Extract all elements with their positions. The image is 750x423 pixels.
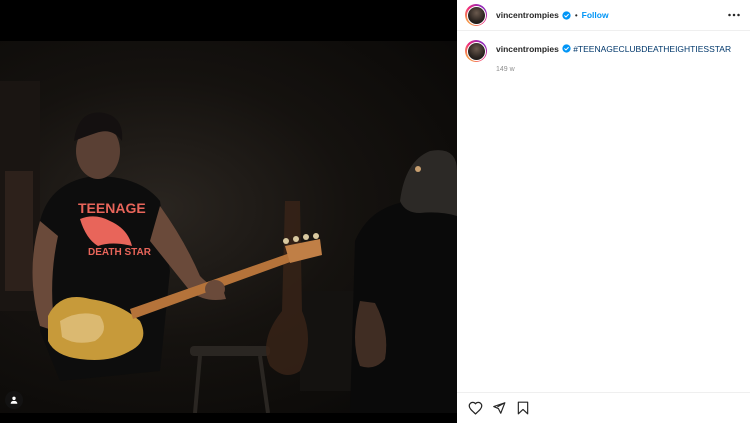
foreground-person-head	[400, 150, 457, 216]
more-options-icon	[728, 13, 740, 17]
like-button[interactable]	[467, 400, 483, 416]
post-media: TEENAGE DEATH STAR	[0, 0, 457, 423]
avatar-image	[466, 5, 486, 25]
tuner-peg	[293, 236, 299, 242]
instagram-post-modal: TEENAGE DEATH STAR vincentrompies • Foll…	[0, 0, 750, 423]
stool-leg	[193, 355, 202, 413]
avatar-image	[466, 41, 486, 61]
share-button[interactable]	[491, 400, 507, 416]
caption-avatar[interactable]	[465, 40, 487, 62]
post-timestamp[interactable]: 149 w	[496, 66, 742, 73]
paper-plane-icon	[493, 402, 506, 414]
tuner-peg	[313, 233, 319, 239]
caption-text: vincentrompies #TEENAGECLUBDEATHEIGHTIES…	[496, 40, 731, 56]
amp-right	[300, 291, 360, 391]
stand-guitar	[266, 201, 309, 375]
photo-illustration: TEENAGE DEATH STAR	[0, 81, 457, 413]
follow-button[interactable]: Follow	[582, 10, 609, 20]
user-tag-icon	[10, 396, 18, 404]
stool-leg	[258, 355, 270, 413]
tag-people-button[interactable]	[5, 391, 23, 409]
tuner-peg	[283, 238, 289, 244]
guitarist-hand	[205, 280, 225, 298]
post-photo[interactable]: TEENAGE DEATH STAR	[0, 41, 457, 413]
bass-pickguard	[60, 313, 104, 343]
post-header: vincentrompies • Follow	[457, 0, 750, 31]
action-bar	[457, 392, 750, 423]
post-side-panel: vincentrompies • Follow vincentrompies #…	[457, 0, 750, 423]
caption-row: vincentrompies #TEENAGECLUBDEATHEIGHTIES…	[465, 40, 742, 62]
shirt-text-line1: TEENAGE	[78, 200, 146, 216]
verified-badge-icon	[562, 10, 571, 20]
caption-hashtag-link[interactable]: #TEENAGECLUBDEATHEIGHTIESSTAR	[573, 44, 731, 54]
amp-grill	[5, 171, 33, 291]
shirt-text-line2: DEATH STAR	[88, 247, 152, 258]
earpiece	[415, 166, 421, 172]
username-link[interactable]: vincentrompies	[496, 10, 559, 20]
separator-dot: •	[574, 10, 578, 20]
tuner-peg	[303, 234, 309, 240]
comments-section: vincentrompies #TEENAGECLUBDEATHEIGHTIES…	[457, 31, 750, 392]
verified-badge-icon	[562, 44, 571, 53]
stool-seat	[190, 346, 270, 356]
avatar[interactable]	[465, 4, 487, 26]
more-options-button[interactable]	[726, 13, 742, 17]
save-button[interactable]	[515, 400, 531, 416]
heart-icon	[468, 401, 482, 415]
caption-username-link[interactable]: vincentrompies	[496, 44, 559, 54]
bookmark-icon	[517, 401, 529, 415]
